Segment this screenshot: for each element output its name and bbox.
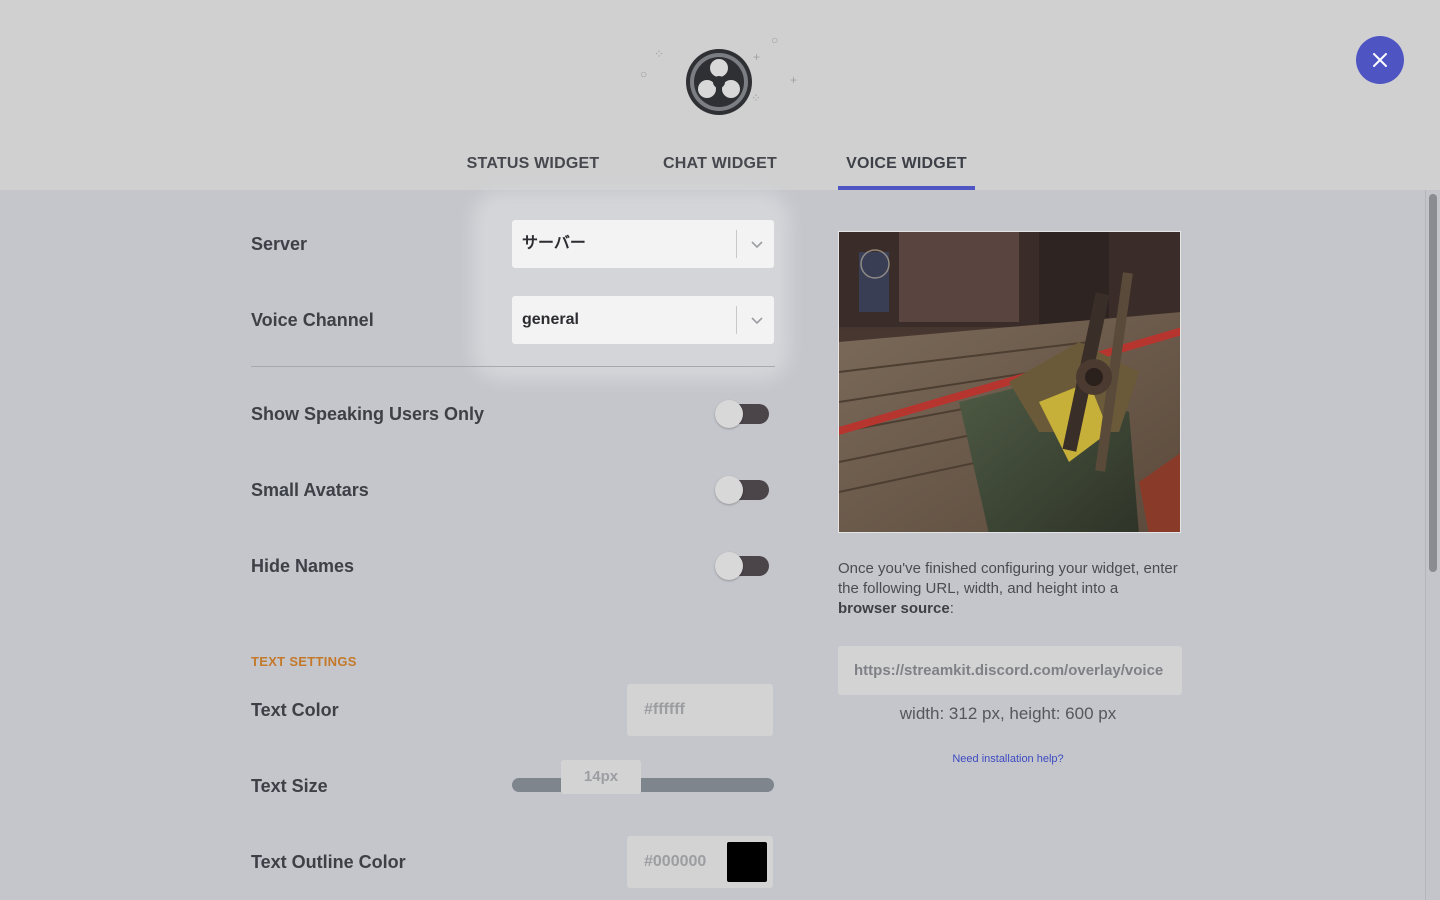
close-button[interactable] xyxy=(1356,36,1404,84)
text-size-slider[interactable]: 14px xyxy=(512,760,774,794)
sparkle-icon: ○ xyxy=(771,33,779,47)
logo-area: ⁘ ○ + ○ + ⁘ xyxy=(620,28,810,128)
installation-help-link[interactable]: Need installation help? xyxy=(838,753,1178,765)
chevron-down-icon xyxy=(751,241,763,249)
toggle-label-small-avatars: Small Avatars xyxy=(251,480,369,500)
instructions-text: Once you've finished configuring your wi… xyxy=(838,560,1178,597)
server-label: Server xyxy=(251,234,308,254)
toggle-knob xyxy=(715,552,743,580)
tab-status-widget[interactable]: STATUS WIDGET xyxy=(460,144,606,190)
text-settings-heading: TEXT SETTINGS xyxy=(251,654,357,669)
preview-scene xyxy=(839,232,1180,532)
tab-voice-widget[interactable]: VOICE WIDGET xyxy=(838,144,975,190)
settings-panel: Server サーバー Voice Channel general Show S… xyxy=(251,190,775,900)
text-size-label: Text Size xyxy=(251,776,328,796)
text-color-value: #ffffff xyxy=(644,701,685,718)
slider-handle[interactable]: 14px xyxy=(561,760,641,794)
toggle-label-hide-names: Hide Names xyxy=(251,556,355,576)
toggle-label-speaking-users: Show Speaking Users Only xyxy=(251,404,485,424)
toggle-hide-names[interactable] xyxy=(715,550,771,582)
select-separator xyxy=(736,230,737,258)
scrollbar-thumb[interactable] xyxy=(1429,194,1437,572)
toggle-small-avatars[interactable] xyxy=(715,474,771,506)
game-preview-image xyxy=(838,231,1181,533)
sparkle-icon: + xyxy=(790,73,798,87)
widget-tabs: STATUS WIDGET CHAT WIDGET VOICE WIDGET xyxy=(0,144,1440,190)
slider-rail xyxy=(512,778,774,792)
select-separator xyxy=(736,306,737,334)
sparkle-icon: ○ xyxy=(640,67,648,81)
text-outline-color-value: #000000 xyxy=(644,853,707,870)
widget-header: ⁘ ○ + ○ + ⁘ STATUS WIDGET CHAT WIDGET VO… xyxy=(0,0,1440,190)
server-select[interactable]: サーバー xyxy=(512,220,774,268)
toggle-knob xyxy=(715,400,743,428)
close-icon xyxy=(1373,53,1387,67)
text-outline-color-input[interactable]: #000000 xyxy=(627,836,773,888)
toggle-knob xyxy=(715,476,743,504)
overlay-url-text: https://streamkit.discord.com/overlay/vo… xyxy=(854,662,1164,679)
text-outline-color-label: Text Outline Color xyxy=(251,852,406,872)
tab-chat-widget[interactable]: CHAT WIDGET xyxy=(655,144,785,190)
chevron-down-icon xyxy=(751,317,763,325)
instructions-suffix: : xyxy=(949,600,954,617)
color-swatch[interactable] xyxy=(727,842,767,882)
server-select-value: サーバー xyxy=(522,235,586,252)
preview-panel: Once you've finished configuring your wi… xyxy=(838,190,1184,900)
section-divider xyxy=(251,366,775,367)
voice-channel-label: Voice Channel xyxy=(251,310,374,330)
voice-channel-select[interactable]: general xyxy=(512,296,774,344)
sparkle-icon: + xyxy=(753,50,761,64)
browser-source-emphasis: browser source xyxy=(838,600,950,617)
setup-instructions: Once you've finished configuring your wi… xyxy=(838,559,1178,619)
text-color-input[interactable]: #ffffff xyxy=(627,684,773,736)
text-color-label: Text Color xyxy=(251,700,339,720)
obs-logo-icon xyxy=(686,49,752,115)
sparkle-icon: ⁘ xyxy=(654,47,665,61)
overlay-url-field[interactable]: https://streamkit.discord.com/overlay/vo… xyxy=(838,646,1182,695)
widget-dimensions: width: 312 px, height: 600 px xyxy=(899,704,1117,723)
toggle-speaking-users-only[interactable] xyxy=(715,398,771,430)
voice-channel-select-value: general xyxy=(522,311,579,328)
